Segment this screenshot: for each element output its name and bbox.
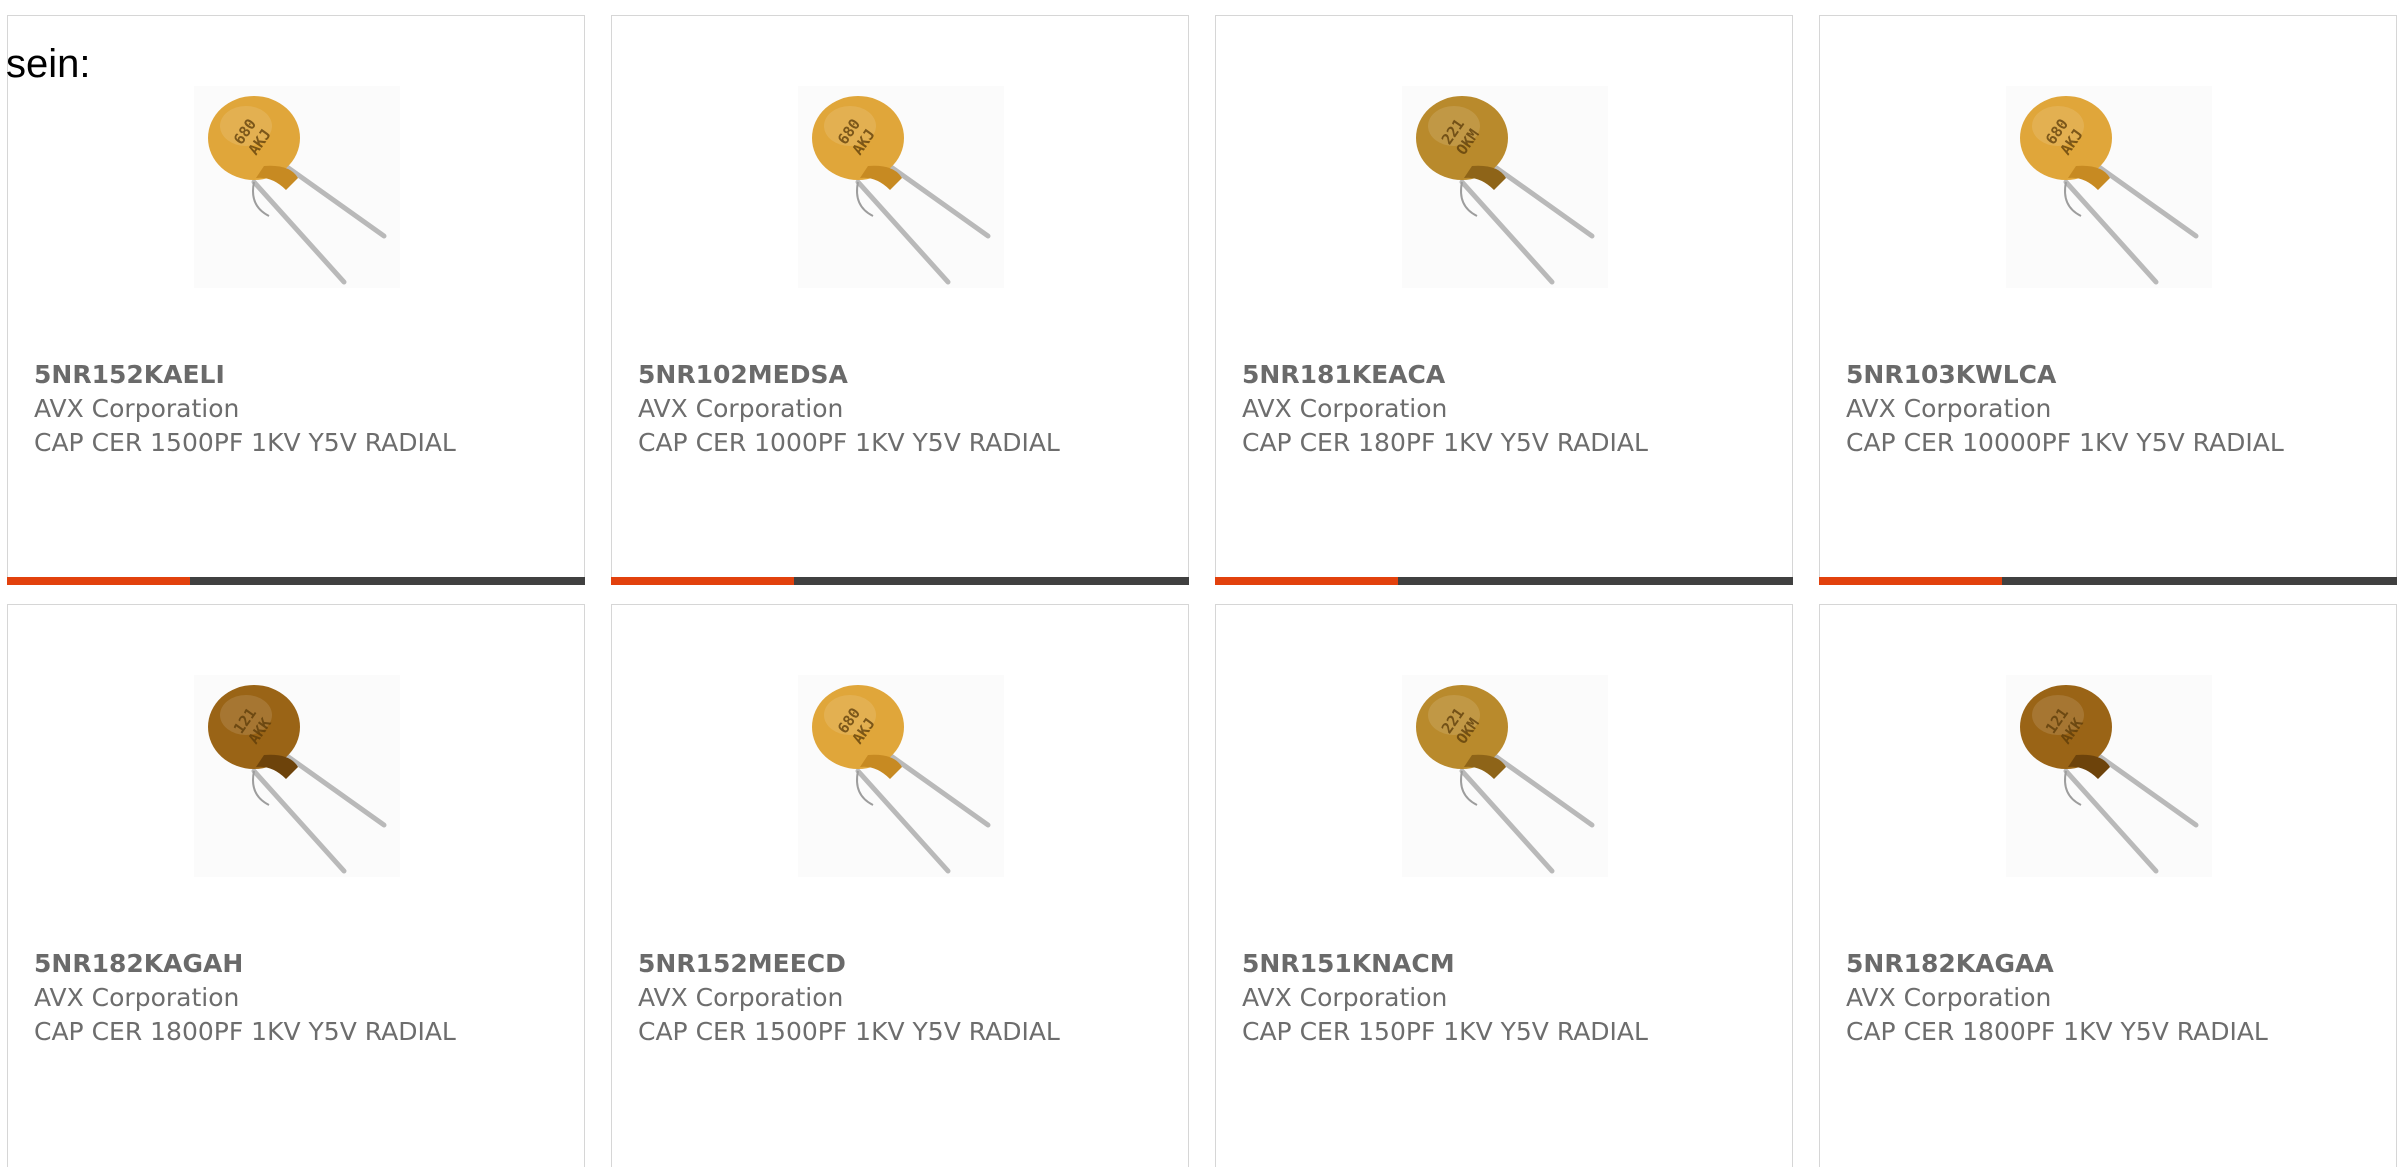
product-description: CAP CER 1800PF 1KV Y5V RADIAL	[34, 1017, 456, 1046]
part-number-link[interactable]: 5NR182KAGAA	[1846, 947, 2286, 981]
product-info: 5NR152KAELI AVX Corporation CAP CER 1500…	[34, 358, 474, 460]
accent-bar-orange	[7, 577, 190, 585]
manufacturer-name: AVX Corporation	[1846, 983, 2052, 1012]
accent-bar-dark	[190, 577, 585, 585]
ceramic-disc-capacitor-icon: 680AKJ	[798, 86, 1004, 288]
product-description: CAP CER 180PF 1KV Y5V RADIAL	[1242, 428, 1648, 457]
accent-bar-dark	[794, 577, 1189, 585]
ceramic-disc-capacitor-icon: 121AKK	[2006, 675, 2212, 877]
intro-text: sein:	[6, 42, 91, 86]
manufacturer-name: AVX Corporation	[1242, 394, 1448, 423]
product-description: CAP CER 1000PF 1KV Y5V RADIAL	[638, 428, 1060, 457]
ceramic-disc-capacitor-icon: 221OKM	[1402, 675, 1608, 877]
manufacturer-name: AVX Corporation	[638, 394, 844, 423]
product-info: 5NR103KWLCA AVX Corporation CAP CER 1000…	[1846, 358, 2286, 460]
ceramic-disc-capacitor-icon: 680AKJ	[798, 675, 1004, 877]
card-accent-bar	[1819, 577, 2397, 585]
part-number-link[interactable]: 5NR152KAELI	[34, 358, 474, 392]
manufacturer-name: AVX Corporation	[1242, 983, 1448, 1012]
product-info: 5NR181KEACA AVX Corporation CAP CER 180P…	[1242, 358, 1682, 460]
product-card[interactable]: 221 OKM 5NR181KEACA AVX Corporation CAP C…	[1215, 15, 1793, 585]
product-description: CAP CER 150PF 1KV Y5V RADIAL	[1242, 1017, 1648, 1046]
product-description: CAP CER 1500PF 1KV Y5V RADIAL	[34, 428, 456, 457]
product-grid: 680 AKJ 5NR152KAELI AVX Corporation CAP C…	[7, 15, 2400, 1167]
product-card[interactable]: 221 OKM 5NR151KNACM AVX Corporation CAP C…	[1215, 604, 1793, 1167]
part-number-link[interactable]: 5NR151KNACM	[1242, 947, 1682, 981]
manufacturer-name: AVX Corporation	[638, 983, 844, 1012]
ceramic-disc-capacitor-icon: 221OKM	[1402, 86, 1608, 288]
part-number-link[interactable]: 5NR182KAGAH	[34, 947, 474, 981]
accent-bar-orange	[1215, 577, 1398, 585]
manufacturer-name: AVX Corporation	[1846, 394, 2052, 423]
part-number-link[interactable]: 5NR102MEDSA	[638, 358, 1078, 392]
card-accent-bar	[7, 577, 585, 585]
product-description: CAP CER 1800PF 1KV Y5V RADIAL	[1846, 1017, 2268, 1046]
product-info: 5NR102MEDSA AVX Corporation CAP CER 1000…	[638, 358, 1078, 460]
product-description: CAP CER 10000PF 1KV Y5V RADIAL	[1846, 428, 2284, 457]
product-card[interactable]: 121 AKK 5NR182KAGAH AVX Corporation CAP C…	[7, 604, 585, 1167]
product-info: 5NR182KAGAA AVX Corporation CAP CER 1800…	[1846, 947, 2286, 1049]
product-card[interactable]: 680 AKJ 5NR103KWLCA AVX Corporation CAP C…	[1819, 15, 2397, 585]
product-info: 5NR182KAGAH AVX Corporation CAP CER 1800…	[34, 947, 474, 1049]
part-number-link[interactable]: 5NR181KEACA	[1242, 358, 1682, 392]
ceramic-disc-capacitor-icon: 121AKK	[194, 675, 400, 877]
product-card[interactable]: 680 AKJ 5NR152KAELI AVX Corporation CAP C…	[7, 15, 585, 585]
product-info: 5NR152MEECD AVX Corporation CAP CER 1500…	[638, 947, 1078, 1049]
card-accent-bar	[611, 577, 1189, 585]
accent-bar-orange	[611, 577, 794, 585]
manufacturer-name: AVX Corporation	[34, 394, 240, 423]
product-card[interactable]: 680 AKJ 5NR102MEDSA AVX Corporation CAP C…	[611, 15, 1189, 585]
accent-bar-dark	[2002, 577, 2397, 585]
product-card[interactable]: 680 AKJ 5NR152MEECD AVX Corporation CAP C…	[611, 604, 1189, 1167]
part-number-link[interactable]: 5NR103KWLCA	[1846, 358, 2286, 392]
ceramic-disc-capacitor-icon: 680AKJ	[194, 86, 400, 288]
product-info: 5NR151KNACM AVX Corporation CAP CER 150P…	[1242, 947, 1682, 1049]
ceramic-disc-capacitor-icon: 680AKJ	[2006, 86, 2212, 288]
manufacturer-name: AVX Corporation	[34, 983, 240, 1012]
accent-bar-orange	[1819, 577, 2002, 585]
accent-bar-dark	[1398, 577, 1793, 585]
product-card[interactable]: 121 AKK 5NR182KAGAA AVX Corporation CAP C…	[1819, 604, 2397, 1167]
part-number-link[interactable]: 5NR152MEECD	[638, 947, 1078, 981]
product-description: CAP CER 1500PF 1KV Y5V RADIAL	[638, 1017, 1060, 1046]
card-accent-bar	[1215, 577, 1793, 585]
